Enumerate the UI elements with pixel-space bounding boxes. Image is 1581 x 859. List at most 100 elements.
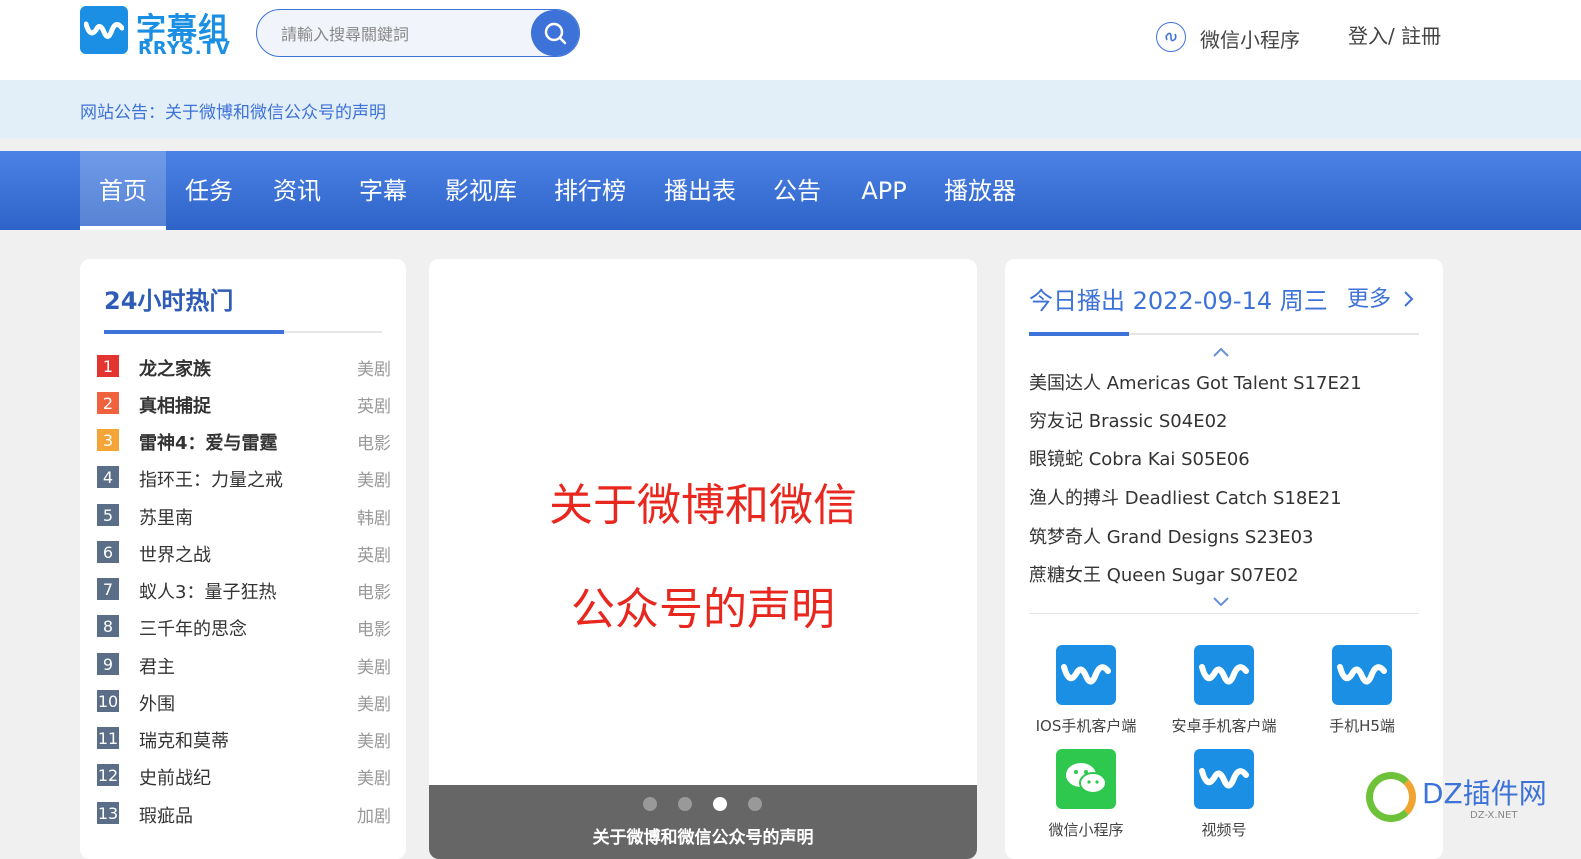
rank-badge: 2	[97, 392, 119, 414]
hot-list-item[interactable]: 6 世界之战 英剧	[97, 537, 391, 567]
miniapp-label: 微信小程序	[1200, 28, 1300, 52]
logo-text-en: RRYS.TV	[138, 38, 231, 59]
episode-item[interactable]: 蔗糖女王 Queen Sugar S07E02	[1029, 561, 1299, 587]
watermark-logo-icon	[1366, 772, 1416, 822]
hot-item-type: 美剧	[357, 658, 391, 678]
hot-item-type: 加剧	[357, 807, 391, 827]
nav-news[interactable]: 资讯	[254, 151, 340, 230]
hot-list-item[interactable]: 1 龙之家族 美剧	[97, 351, 391, 381]
nav-rankings[interactable]: 排行榜	[540, 151, 640, 230]
episode-item[interactable]: 美国达人 Americas Got Talent S17E21	[1029, 369, 1362, 395]
hot-list-item[interactable]: 2 真相捕捉 英剧	[97, 388, 391, 418]
logo-icon	[80, 6, 128, 54]
hot-item-name[interactable]: 指环王：力量之戒	[139, 466, 283, 492]
app-h5[interactable]: 手机H5端	[1297, 645, 1427, 736]
rrys-logo-icon	[1332, 645, 1392, 705]
nav-announcements[interactable]: 公告	[756, 151, 838, 230]
hot-list-item[interactable]: 12 史前战纪 美剧	[97, 760, 391, 790]
title-underline	[104, 330, 284, 334]
app-android[interactable]: 安卓手机客户端	[1159, 645, 1289, 736]
notice-link[interactable]: 网站公告：关于微博和微信公众号的声明	[80, 98, 386, 123]
banner-carousel[interactable]: 关于微博和微信 公众号的声明 关于微博和微信公众号的声明	[429, 259, 977, 859]
more-link[interactable]: 更多	[1347, 281, 1414, 313]
hot-item-type: 美剧	[357, 732, 391, 752]
hot-item-type: 电影	[357, 434, 391, 454]
episode-item[interactable]: 眼镜蛇 Cobra Kai S05E06	[1029, 445, 1250, 471]
carousel-dot[interactable]	[678, 797, 692, 811]
app-ios[interactable]: IOS手机客户端	[1021, 645, 1151, 736]
hot-item-type: 电影	[357, 583, 391, 603]
rank-badge: 12	[97, 764, 119, 786]
hot-item-name[interactable]: 史前战纪	[139, 764, 211, 790]
banner-caption-bar: 关于微博和微信公众号的声明	[429, 785, 977, 859]
site-logo[interactable]: 字幕组 RRYS.TV	[80, 6, 231, 59]
hot-item-type: 美剧	[357, 471, 391, 491]
hot-list-item[interactable]: 13 瑕疵品 加剧	[97, 798, 391, 828]
app-label: 手机H5端	[1329, 717, 1395, 735]
hot-item-name[interactable]: 三千年的思念	[139, 615, 247, 641]
nav-library[interactable]: 影视库	[430, 151, 532, 230]
hot-item-name[interactable]: 真相捕捉	[139, 392, 211, 418]
today-panel-title: 今日播出 2022-09-14 周三	[1029, 287, 1328, 315]
episode-item[interactable]: 筑梦奇人 Grand Designs S23E03	[1029, 523, 1314, 549]
miniapp-icon	[1156, 22, 1186, 52]
hot-item-type: 美剧	[357, 769, 391, 789]
episode-item[interactable]: 穷友记 Brassic S04E02	[1029, 407, 1227, 433]
app-channels[interactable]: 视频号	[1159, 749, 1289, 840]
hot-list-item[interactable]: 10 外围 美剧	[97, 686, 391, 716]
hot-item-type: 美剧	[357, 360, 391, 380]
nav-subtitles[interactable]: 字幕	[340, 151, 426, 230]
hot-list-item[interactable]: 3 雷神4：爱与雷霆 电影	[97, 425, 391, 455]
banner-headline-1: 关于微博和微信	[549, 480, 857, 531]
rrys-logo-icon	[1056, 645, 1116, 705]
hot-item-name[interactable]: 苏里南	[139, 504, 193, 530]
hot-list-item[interactable]: 9 君主 美剧	[97, 649, 391, 679]
hot-item-name[interactable]: 瑕疵品	[139, 802, 193, 828]
hot-item-name[interactable]: 瑞克和莫蒂	[139, 727, 229, 753]
rank-badge: 1	[97, 355, 119, 377]
rank-badge: 13	[97, 802, 119, 824]
episode-item[interactable]: 渔人的搏斗 Deadliest Catch S18E21	[1029, 484, 1342, 510]
chevron-right-icon	[1404, 291, 1414, 307]
nav-app[interactable]: APP	[844, 151, 924, 230]
hot-item-name[interactable]: 龙之家族	[139, 355, 211, 381]
watermark: DZ插件网 DZ-X.NET	[1366, 768, 1566, 834]
chevron-down-icon[interactable]	[1211, 595, 1231, 609]
nav-schedule[interactable]: 播出表	[650, 151, 750, 230]
hot-item-name[interactable]: 外围	[139, 690, 175, 716]
rank-badge: 8	[97, 615, 119, 637]
banner-headline-2: 公众号的声明	[571, 584, 835, 635]
chevron-up-icon[interactable]	[1211, 345, 1231, 359]
carousel-dot[interactable]	[748, 797, 762, 811]
hot-24h-panel: 24小时热门 1 龙之家族 美剧 2 真相捕捉 英剧 3 雷神4：爱与雷霆 电影 4 指环王：…	[80, 259, 406, 859]
hot-item-name[interactable]: 世界之战	[139, 541, 211, 567]
hot-item-name[interactable]: 蚁人3：量子狂热	[139, 578, 276, 604]
nav-tasks[interactable]: 任务	[166, 151, 252, 230]
carousel-dot[interactable]	[643, 797, 657, 811]
app-label: 微信小程序	[1048, 821, 1124, 839]
hot-item-name[interactable]: 君主	[139, 653, 175, 679]
rank-badge: 7	[97, 578, 119, 600]
carousel-dot-active[interactable]	[713, 797, 727, 811]
divider	[1029, 613, 1419, 614]
app-wechat-miniapp[interactable]: 微信小程序	[1021, 749, 1151, 840]
hot-list-item[interactable]: 5 苏里南 韩剧	[97, 500, 391, 530]
login-register-link[interactable]: 登入/ 註冊	[1348, 20, 1441, 49]
search-button[interactable]	[531, 10, 579, 56]
nav-home[interactable]: 首页	[80, 151, 166, 230]
rrys-logo-icon	[1194, 645, 1254, 705]
app-label: IOS手机客户端	[1035, 717, 1137, 735]
search-input[interactable]	[279, 22, 523, 46]
hot-list-item[interactable]: 4 指环王：力量之戒 美剧	[97, 462, 391, 492]
rank-badge: 6	[97, 541, 119, 563]
hot-list-item[interactable]: 11 瑞克和莫蒂 美剧	[97, 723, 391, 753]
banner-caption[interactable]: 关于微博和微信公众号的声明	[429, 823, 977, 848]
hot-list-item[interactable]: 8 三千年的思念 电影	[97, 611, 391, 641]
hot-item-name[interactable]: 雷神4：爱与雷霆	[139, 429, 278, 455]
hot-item-type: 英剧	[357, 397, 391, 417]
nav-player[interactable]: 播放器	[932, 151, 1028, 230]
rank-badge: 3	[97, 429, 119, 451]
main-nav: 首页 任务 资讯 字幕 影视库 排行榜 播出表 公告 APP 播放器	[0, 151, 1581, 230]
header: 字幕组 RRYS.TV 微信小程序 登入/ 註冊	[0, 0, 1581, 80]
hot-list-item[interactable]: 7 蚁人3：量子狂热 电影	[97, 574, 391, 604]
